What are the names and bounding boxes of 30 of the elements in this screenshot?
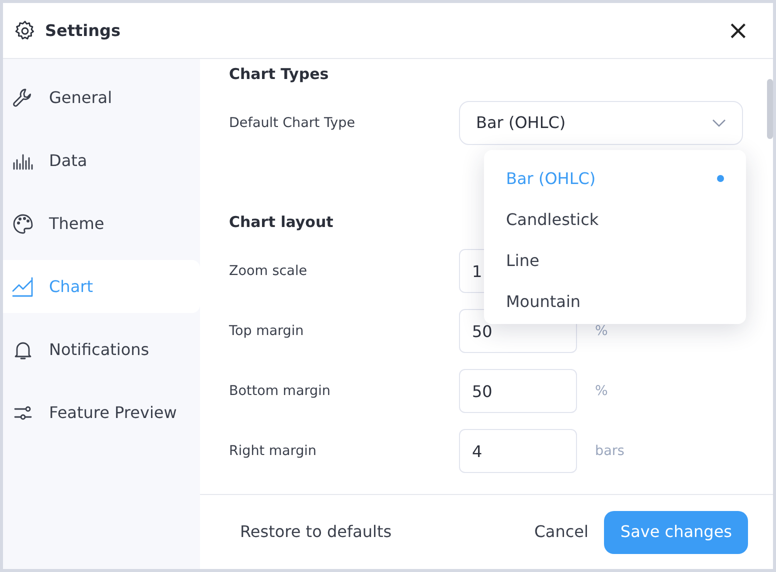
dropdown-option[interactable]: Line [484,240,746,281]
sidebar-item[interactable]: General [3,71,200,124]
unit-label: % [595,382,608,401]
dropdown-select[interactable]: Bar (OHLC) [459,101,743,145]
settings-icon [13,18,37,42]
sidebar-item[interactable]: Notifications [3,323,200,376]
field-label: Zoom scale [229,262,308,281]
section-heading: Chart Types [229,65,329,85]
field-label: Default Chart Type [229,114,356,133]
cancel-button[interactable]: Cancel [534,520,588,544]
close-button[interactable]: × [713,18,763,44]
selected-dot-icon [717,175,724,182]
chevron-down-icon [712,119,726,127]
number-field[interactable]: 50 [459,369,577,413]
sidebar-item[interactable]: Theme [3,197,200,250]
dropdown-option[interactable]: Candlestick [484,199,746,240]
number-field[interactable]: 4 [459,429,577,473]
field-label: Right margin [229,442,318,461]
line-chart-icon [11,274,35,298]
field-label: Top margin [229,322,305,341]
unit-label: bars [595,442,624,461]
sidebar-item[interactable]: Feature Preview [3,386,200,439]
window-title: Settings [45,20,121,42]
sidebar-item[interactable]: Data [3,134,200,187]
scrollbar-thumb[interactable] [767,79,773,139]
restore-defaults-button[interactable]: Restore to defaults [240,520,392,544]
section-heading: Chart layout [229,213,334,233]
palette-icon [11,212,35,236]
field-label: Bottom margin [229,382,332,401]
unit-label: % [595,322,608,341]
